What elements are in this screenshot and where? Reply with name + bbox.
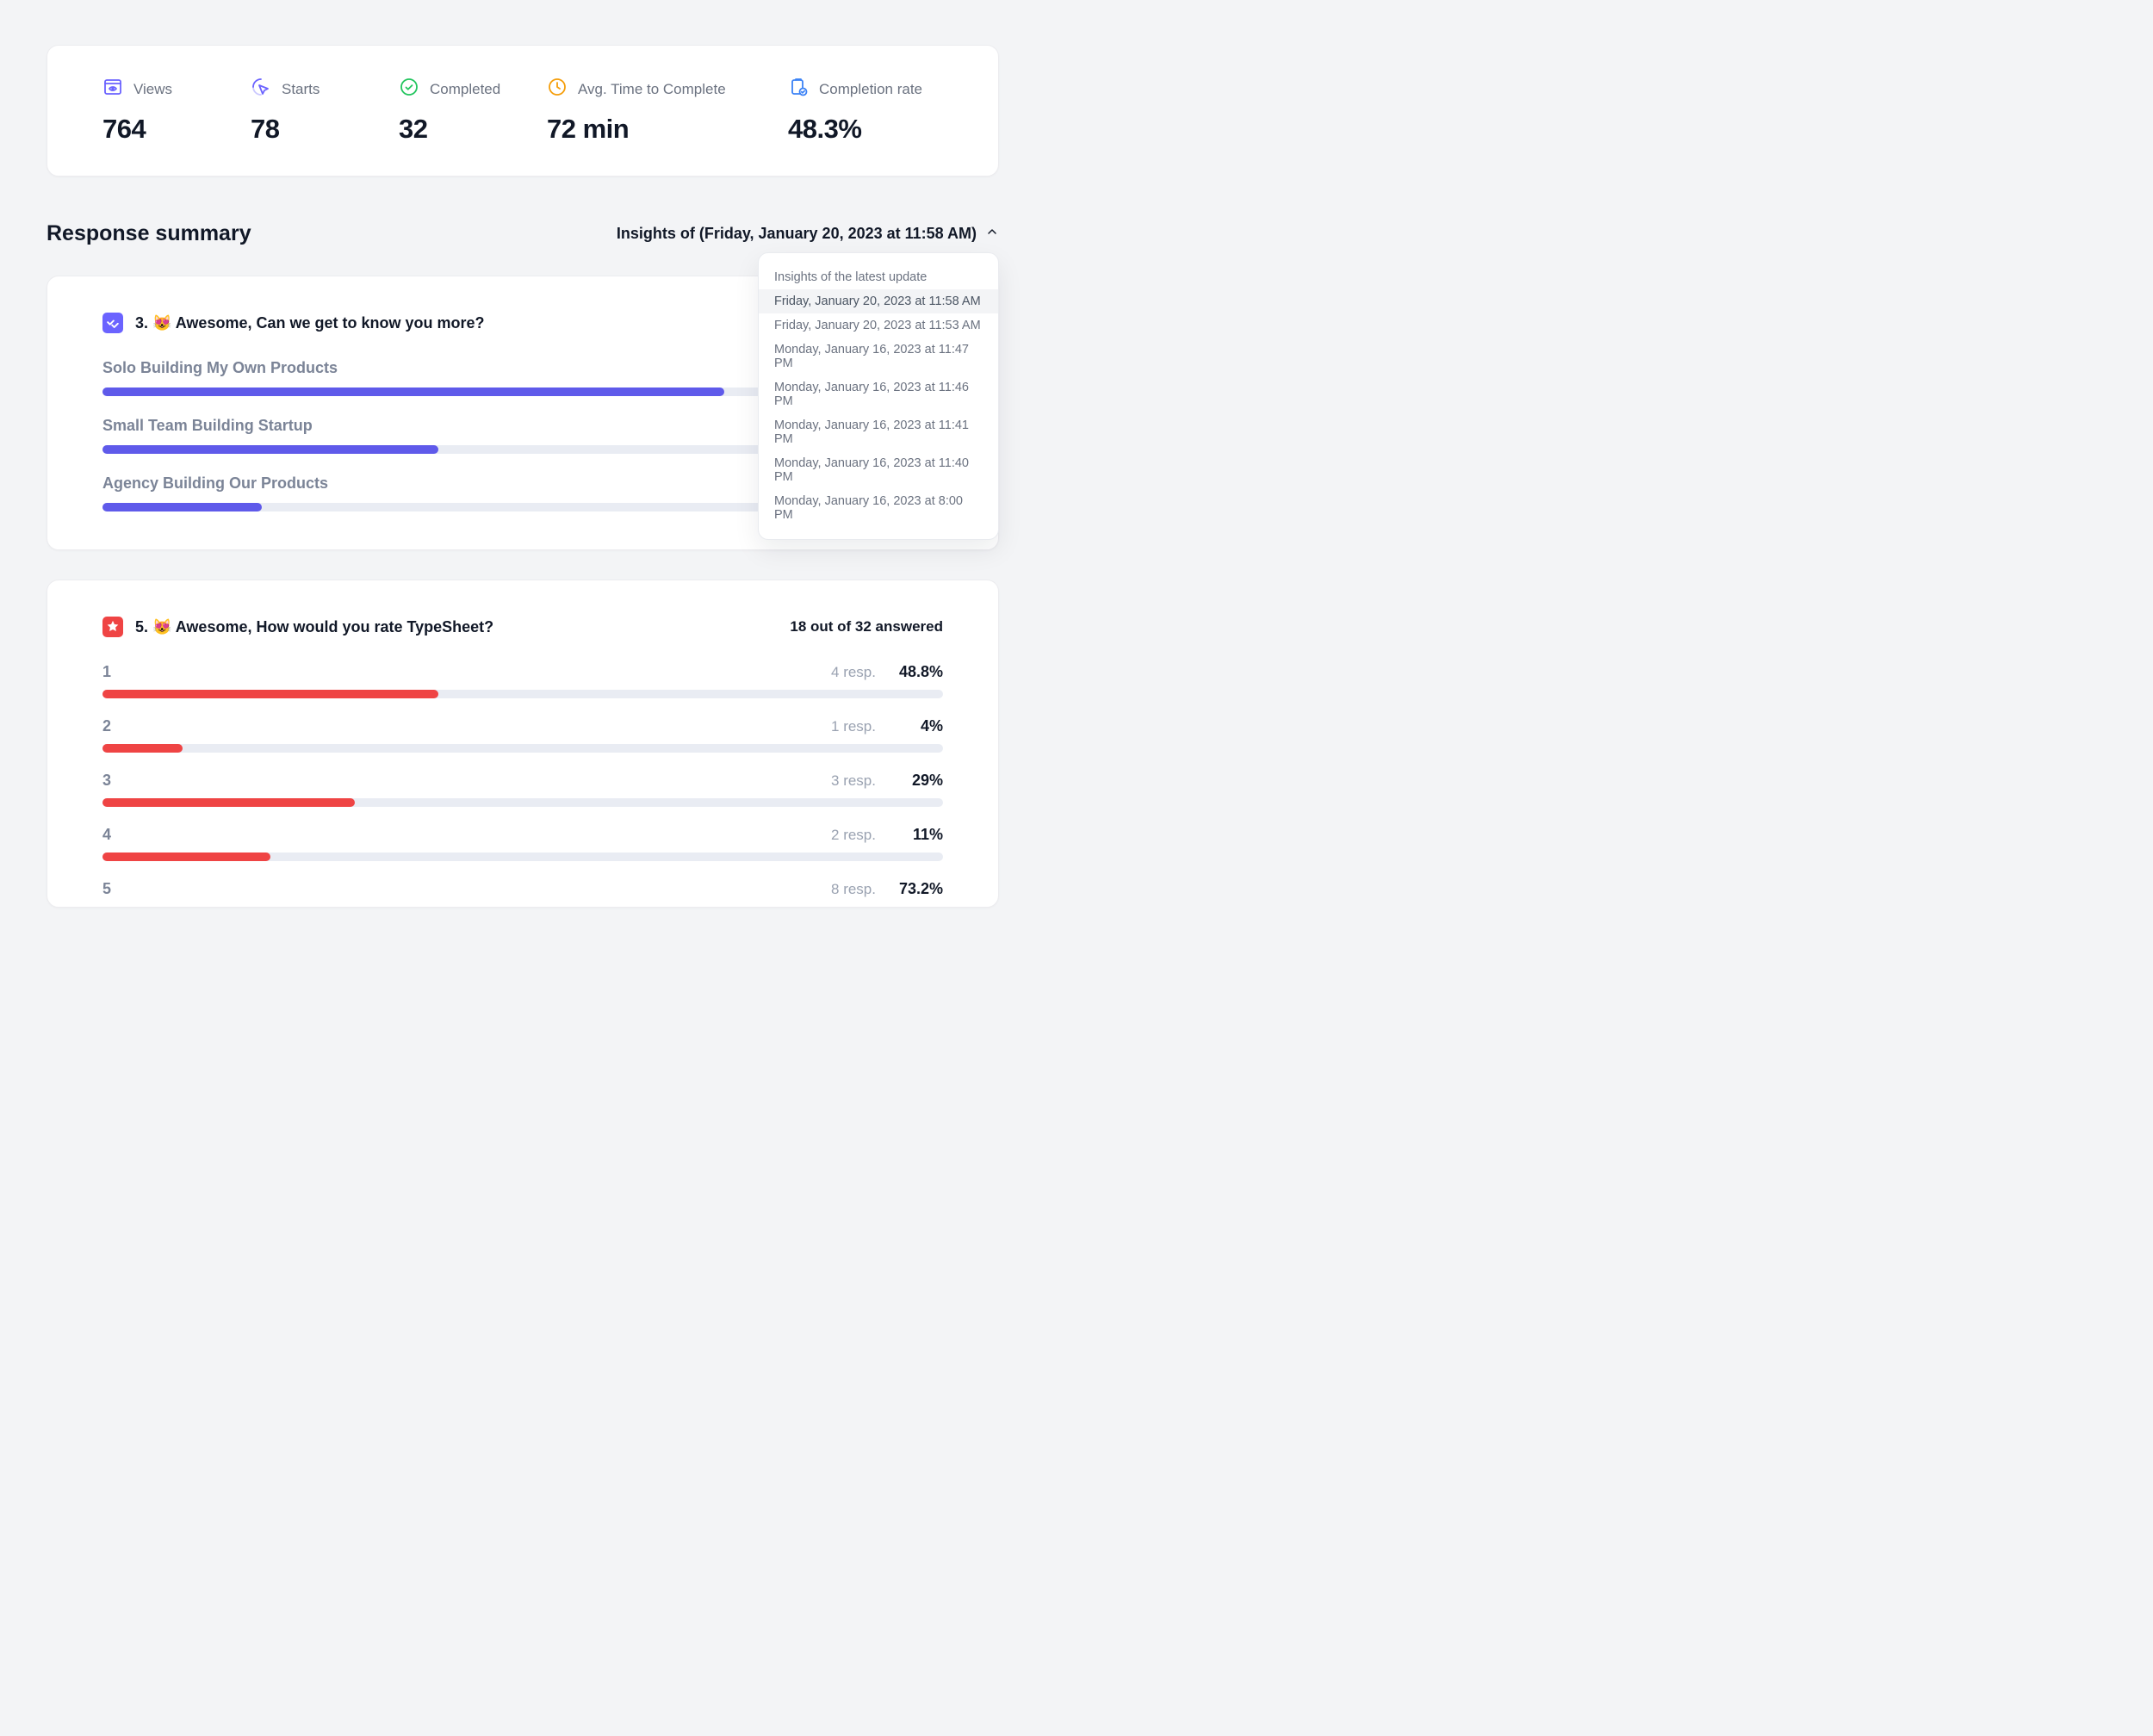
stat-starts-label: Starts	[282, 81, 320, 98]
q5-rating-bar	[102, 744, 943, 753]
q3-title: 3. 😻 Awesome, Can we get to know you mor…	[135, 314, 485, 332]
stat-starts: Starts 78	[251, 77, 371, 145]
cursor-click-icon	[251, 77, 271, 102]
q5-rating-resp: 8 resp.	[831, 881, 876, 898]
stat-views: Views 764	[102, 77, 223, 145]
q5-rating-number: 1	[102, 663, 111, 681]
response-summary-header: Response summary Insights of (Friday, Ja…	[47, 221, 999, 246]
clock-icon	[547, 77, 568, 102]
stat-completion-label: Completion rate	[819, 81, 922, 98]
stat-starts-value: 78	[251, 114, 371, 145]
q5-rating-bar	[102, 690, 943, 698]
multiple-choice-icon	[102, 313, 123, 333]
insights-option[interactable]: Monday, January 16, 2023 at 11:40 PM	[759, 451, 998, 489]
stat-views-value: 764	[102, 114, 223, 145]
views-icon	[102, 77, 123, 102]
insights-option[interactable]: Friday, January 20, 2023 at 11:58 AM	[759, 289, 998, 313]
stat-completed-label: Completed	[430, 81, 500, 98]
chevron-up-icon	[985, 225, 999, 243]
stat-avg-time: Avg. Time to Complete 72 min	[547, 77, 745, 145]
clipboard-check-icon	[788, 77, 809, 102]
insights-option[interactable]: Monday, January 16, 2023 at 8:00 PM	[759, 489, 998, 527]
q5-rating-bar	[102, 852, 943, 861]
q5-rating-pct: 11%	[893, 826, 943, 844]
q5-rating-row: 1 4 resp. 48.8%	[102, 663, 943, 698]
stat-completed: Completed 32	[399, 77, 519, 145]
stats-card: Views 764 Starts 78	[47, 45, 999, 177]
question-card-q5: 5. 😻 Awesome, How would you rate TypeShe…	[47, 580, 999, 908]
q5-rating-number: 4	[102, 826, 111, 844]
q5-rating-resp: 2 resp.	[831, 827, 876, 844]
stat-avg-time-value: 72 min	[547, 114, 745, 145]
q5-rating-number: 3	[102, 772, 111, 790]
stat-avg-time-label: Avg. Time to Complete	[578, 81, 726, 98]
insights-option[interactable]: Monday, January 16, 2023 at 11:47 PM	[759, 338, 998, 375]
q5-rating-row: 3 3 resp. 29%	[102, 772, 943, 807]
q5-rating-pct: 73.2%	[893, 880, 943, 898]
insights-dropdown: Insights of the latest updateFriday, Jan…	[758, 252, 999, 540]
q5-rating-resp: 3 resp.	[831, 772, 876, 790]
insights-selected-label: Insights of (Friday, January 20, 2023 at…	[617, 225, 977, 243]
stat-completed-value: 32	[399, 114, 519, 145]
q5-answer-count: 18 out of 32 answered	[790, 618, 943, 636]
stat-completion-value: 48.3%	[788, 114, 943, 145]
q5-rating-row: 2 1 resp. 4%	[102, 717, 943, 753]
stat-views-label: Views	[133, 81, 172, 98]
q5-title: 5. 😻 Awesome, How would you rate TypeShe…	[135, 618, 493, 636]
rating-icon	[102, 617, 123, 637]
q5-rating-pct: 4%	[893, 717, 943, 735]
insights-option[interactable]: Monday, January 16, 2023 at 11:46 PM	[759, 375, 998, 413]
q5-rating-pct: 29%	[893, 772, 943, 790]
insights-option[interactable]: Friday, January 20, 2023 at 11:53 AM	[759, 313, 998, 338]
q5-rating-bar	[102, 798, 943, 807]
check-circle-icon	[399, 77, 419, 102]
q5-rating-number: 5	[102, 880, 111, 898]
section-title: Response summary	[47, 221, 251, 246]
q5-rating-resp: 4 resp.	[831, 664, 876, 681]
q5-rating-resp: 1 resp.	[831, 718, 876, 735]
q5-rating-row: 4 2 resp. 11%	[102, 826, 943, 861]
q5-rating-row: 5 8 resp. 73.2%	[102, 880, 943, 898]
q5-rating-number: 2	[102, 717, 111, 735]
stat-completion-rate: Completion rate 48.3%	[788, 77, 943, 145]
insights-option[interactable]: Insights of the latest update	[759, 265, 998, 289]
insights-select-toggle[interactable]: Insights of (Friday, January 20, 2023 at…	[617, 225, 999, 243]
q5-rating-pct: 48.8%	[893, 663, 943, 681]
insights-option[interactable]: Monday, January 16, 2023 at 11:41 PM	[759, 413, 998, 451]
